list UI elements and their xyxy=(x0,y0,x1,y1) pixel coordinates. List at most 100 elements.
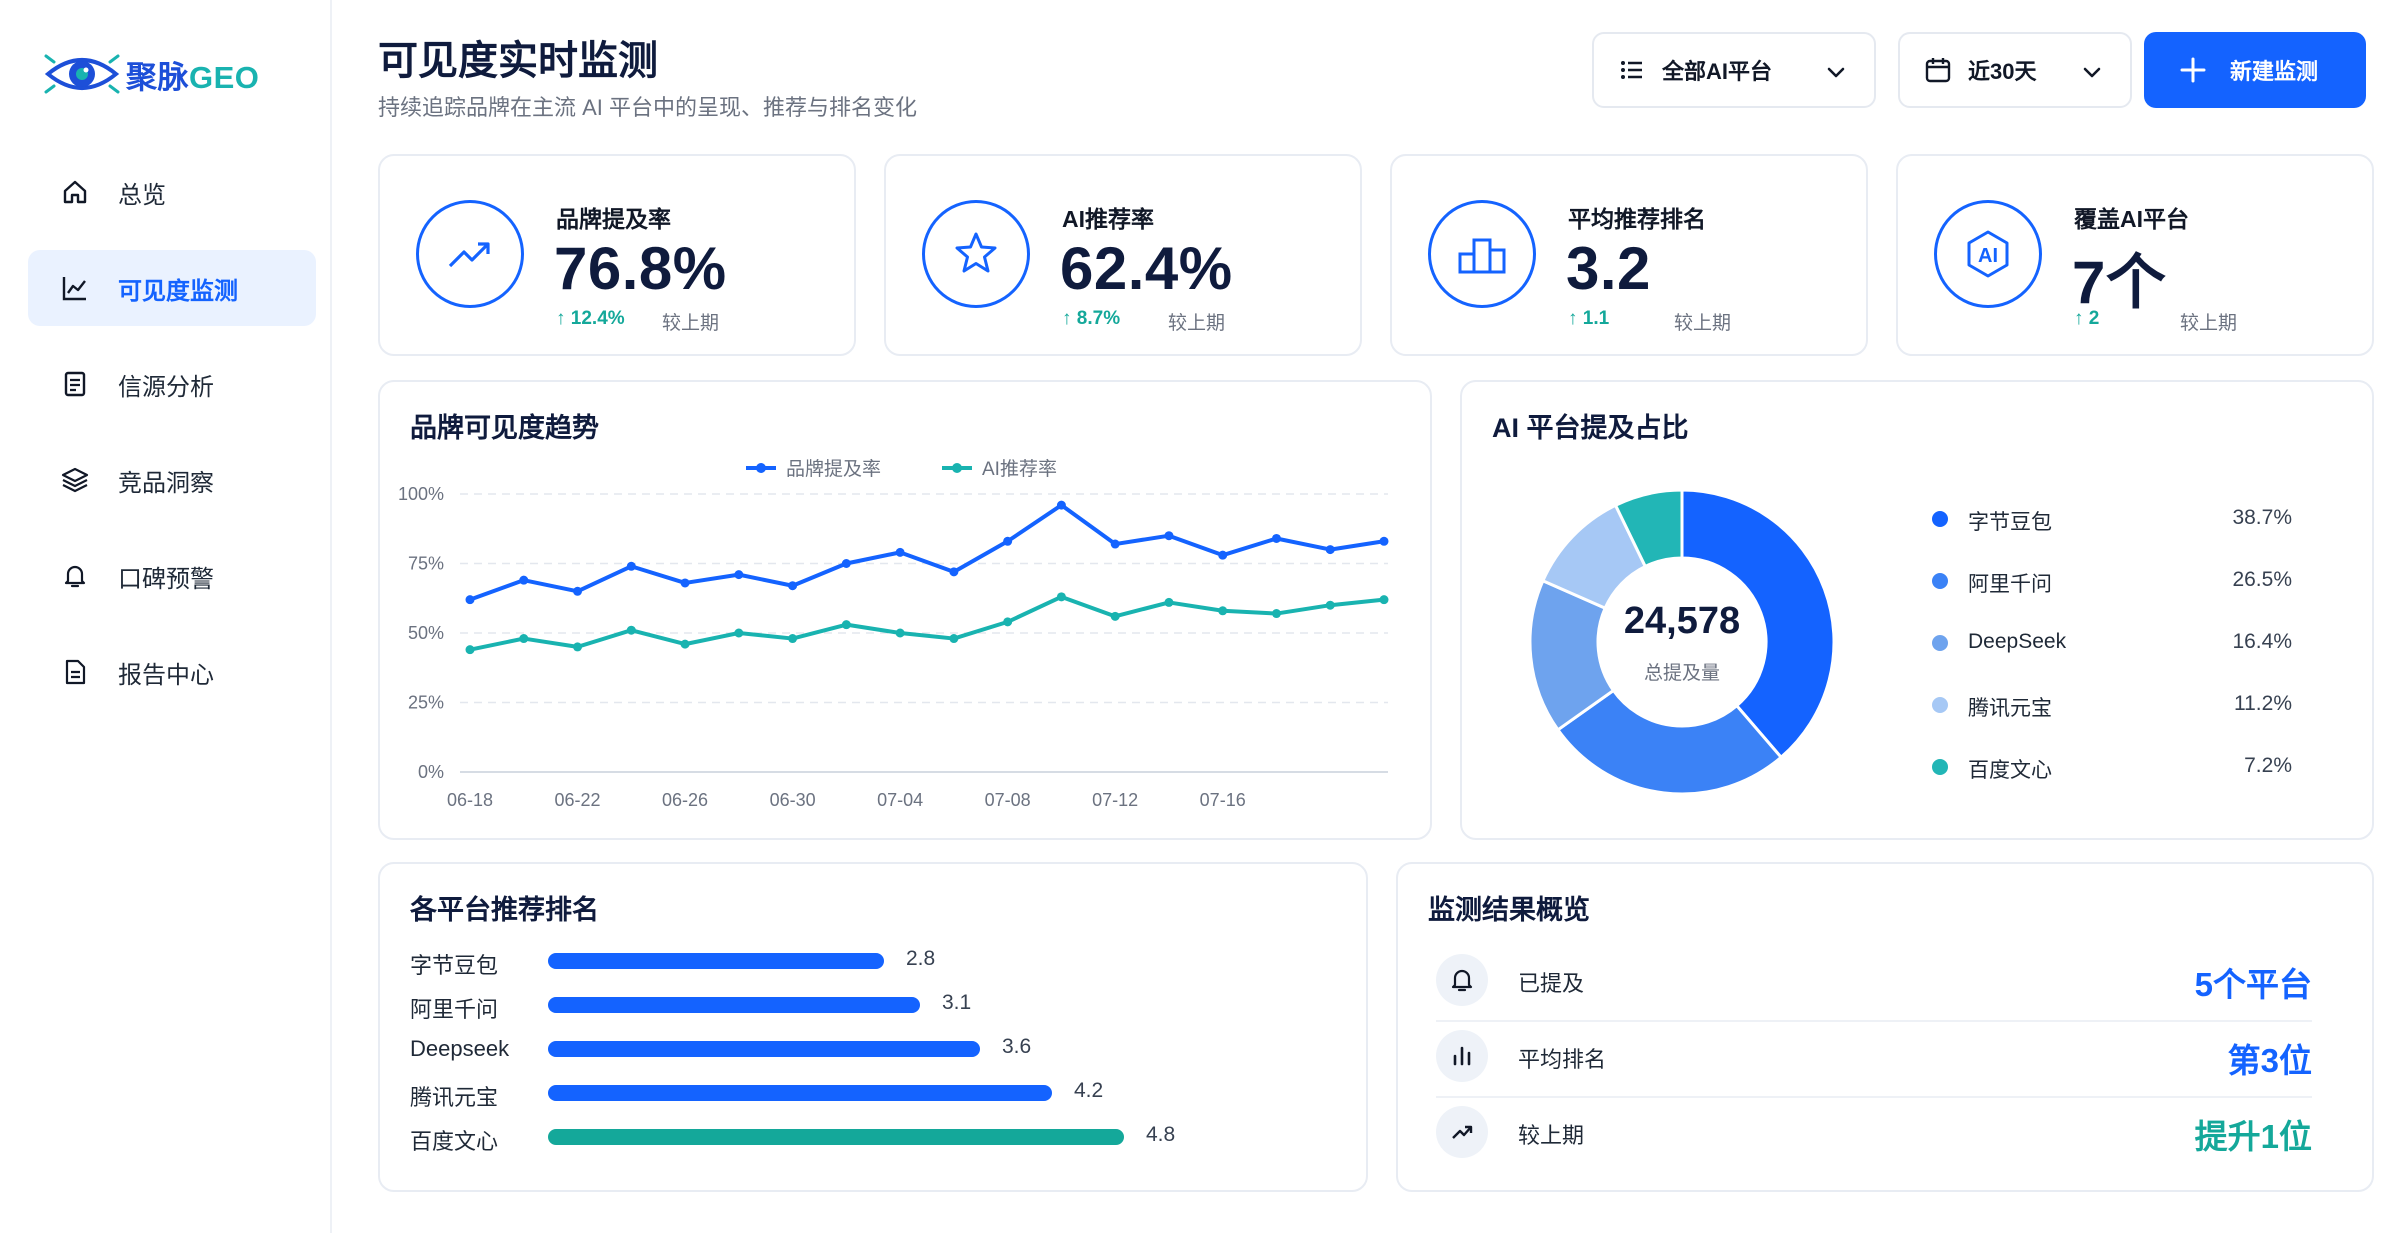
visibility-trend-card: 品牌可见度趋势 品牌提及率 AI推荐率 0% 25% 50% 75% 100% 06-18 0… xyxy=(378,380,1432,840)
kpi-delta: ↑ 8.7% xyxy=(1062,308,1121,329)
kpi-card-platform-coverage: AI 覆盖AI平台 7个 ↑ 2 较上期 xyxy=(1896,154,2374,356)
sidebar-item-label: 竞品洞察 xyxy=(118,469,214,497)
sidebar-item-alerts[interactable]: 口碑预警 xyxy=(28,538,316,614)
data-point xyxy=(734,628,744,638)
sidebar-item-reports[interactable]: 报告中心 xyxy=(28,634,316,710)
trend-up-icon xyxy=(1436,1106,1488,1158)
kpi-label: AI推荐率 xyxy=(1062,206,1154,232)
data-point xyxy=(465,595,475,605)
kpi-value: 62.4% xyxy=(1060,235,1233,302)
ranking-bar xyxy=(548,1129,1124,1145)
result-label: 已提及 xyxy=(1518,971,1585,996)
sidebar-nav: 总览 可见度监测 信源分析 竞品洞察 口碑预警 报告中心 xyxy=(28,154,316,730)
kpi-value: 3.2 xyxy=(1566,235,1651,302)
y-tick-label: 25% xyxy=(408,693,444,713)
kpi-label: 品牌提及率 xyxy=(556,206,671,232)
platform-share-card: AI 平台提及占比 24,578 总提及量 字节豆包 38.7% 阿里千问 26.5%… xyxy=(1460,380,2374,840)
legend-percent: 7.2% xyxy=(2244,754,2292,777)
ranking-label: 百度文心 xyxy=(410,1129,499,1154)
data-point xyxy=(465,645,475,655)
data-point xyxy=(734,570,744,580)
kpi-card-mention-rate: 品牌提及率 76.8% ↑ 12.4% 较上期 xyxy=(378,154,856,356)
chart-line-icon xyxy=(58,271,92,305)
podium-icon xyxy=(1428,200,1536,308)
sidebar-item-visibility[interactable]: 可见度监测 xyxy=(28,250,316,326)
y-tick-label: 75% xyxy=(408,554,444,574)
ranking-value: 4.2 xyxy=(1074,1079,1104,1102)
y-tick-label: 100% xyxy=(398,484,444,504)
plus-icon xyxy=(2180,57,2206,83)
kpi-card-recommend-rate: AI推荐率 62.4% ↑ 8.7% 较上期 xyxy=(884,154,1362,356)
share-card-title: AI 平台提及占比 xyxy=(1492,413,1689,443)
donut-center-label: 总提及量 xyxy=(1643,663,1720,684)
legend-dot xyxy=(1932,573,1948,589)
y-tick-label: 0% xyxy=(418,762,444,782)
legend-dot xyxy=(1932,697,1948,713)
ranking-value: 3.6 xyxy=(1002,1035,1032,1058)
brand-name: 聚脉GEO xyxy=(126,52,259,97)
platform-filter-dropdown[interactable]: 全部AI平台 xyxy=(1592,32,1876,108)
data-point xyxy=(680,578,690,588)
donut-center-value: 24,578 xyxy=(1623,600,1741,642)
x-tick-label: 06-18 xyxy=(447,790,493,810)
ranking-label: 腾讯元宝 xyxy=(410,1085,499,1110)
data-point xyxy=(895,628,905,638)
x-tick-label: 06-30 xyxy=(770,790,816,810)
sidebar-item-label: 信源分析 xyxy=(118,373,214,401)
ranking-bar xyxy=(548,997,920,1013)
kpi-delta: ↑ 12.4% xyxy=(556,308,625,329)
brand-logo[interactable]: 聚脉GEO xyxy=(44,44,259,104)
kpi-compare-label: 较上期 xyxy=(1674,313,1732,334)
brand-name-en: GEO xyxy=(189,59,260,95)
trend-up-icon xyxy=(416,200,524,308)
data-point xyxy=(1056,500,1066,510)
svg-text:AI: AI xyxy=(1978,245,1998,267)
ranking-card-title: 各平台推荐排名 xyxy=(410,895,599,925)
date-range-dropdown[interactable]: 近30天 xyxy=(1898,32,2132,108)
result-value: 5个平台 xyxy=(2194,966,2312,1003)
x-tick-label: 07-08 xyxy=(985,790,1031,810)
data-point xyxy=(1164,597,1174,607)
data-point xyxy=(1056,592,1066,602)
date-range-value: 近30天 xyxy=(1968,59,2037,84)
sidebar-item-overview[interactable]: 总览 xyxy=(28,154,316,230)
page-title: 可见度实时监测 xyxy=(378,39,658,83)
sidebar-item-label: 报告中心 xyxy=(118,661,214,689)
x-tick-label: 06-22 xyxy=(555,790,601,810)
result-row-average-rank: 平均排名 第3位 xyxy=(1436,1020,2312,1094)
sidebar-item-sources[interactable]: 信源分析 xyxy=(28,346,316,422)
donut-legend-item: 阿里千问 26.5% xyxy=(1932,566,2292,596)
kpi-delta: ↑ 1.1 xyxy=(1568,308,1610,329)
data-point xyxy=(626,561,636,571)
data-point xyxy=(949,634,959,644)
chevron-down-icon xyxy=(2083,67,2101,78)
bar-chart-icon xyxy=(1436,1030,1488,1082)
new-monitor-button[interactable]: 新建监测 xyxy=(2144,32,2366,108)
legend-dot xyxy=(1932,759,1948,775)
kpi-compare-label: 较上期 xyxy=(1168,313,1226,334)
data-point xyxy=(1164,531,1174,541)
data-point xyxy=(841,559,851,568)
platform-filter-value: 全部AI平台 xyxy=(1662,59,1773,84)
sidebar-item-competitors[interactable]: 竞品洞察 xyxy=(28,442,316,518)
donut-legend-item: 字节豆包 38.7% xyxy=(1932,504,2292,534)
ai-icon: AI xyxy=(1934,200,2042,308)
kpi-compare-label: 较上期 xyxy=(2180,313,2238,334)
ranking-label: 阿里千问 xyxy=(410,997,499,1022)
monitor-results-card: 监测结果概览 已提及 5个平台 平均排名 第3位 较上期 提升1位 xyxy=(1396,862,2374,1192)
platform-ranking-card: 各平台推荐排名 字节豆包 2.8 阿里千问 3.1 Deepseek 3.6 腾讯元宝 4.2… xyxy=(378,862,1368,1192)
donut-legend-item: 百度文心 7.2% xyxy=(1932,752,2292,782)
data-point xyxy=(1218,550,1228,560)
data-point xyxy=(680,639,690,649)
kpi-value: 76.8% xyxy=(554,235,727,302)
x-tick-label: 07-12 xyxy=(1092,790,1138,810)
data-point xyxy=(1379,536,1389,546)
ranking-value: 2.8 xyxy=(906,947,936,970)
data-point xyxy=(1271,533,1281,543)
data-point xyxy=(1325,600,1335,610)
data-point xyxy=(519,575,529,585)
legend-label: 阿里千问 xyxy=(1968,573,2052,596)
page-subtitle: 持续追踪品牌在主流 AI 平台中的呈现、推荐与排名变化 xyxy=(378,95,918,120)
ranking-bar xyxy=(548,953,884,969)
trend-line-chart: 0% 25% 50% 75% 100% 06-18 06-22 06-26 06-30 07-04… xyxy=(398,484,1389,810)
